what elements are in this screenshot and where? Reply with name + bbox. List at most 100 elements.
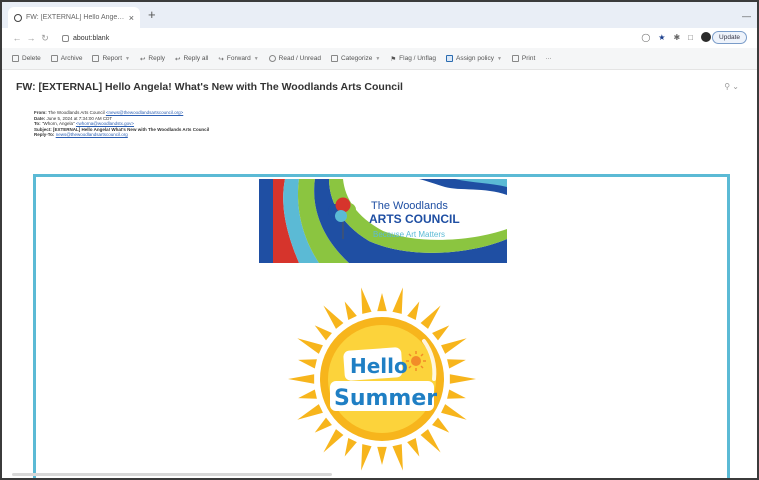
sun-ray bbox=[344, 438, 357, 457]
forward-arrow-icon[interactable]: → bbox=[24, 33, 38, 43]
mail-command-bar: Delete Archive Report ▼ ↩ Reply ↩ Reply all… bbox=[2, 48, 757, 70]
bookmark-star-icon[interactable]: ★ bbox=[658, 33, 665, 42]
archive-label: Archive bbox=[60, 55, 83, 62]
zoom-icon[interactable]: ⚲ ⌄ bbox=[724, 82, 739, 91]
to-email-link[interactable]: <whorna@woodlandstx.gov> bbox=[76, 121, 134, 126]
print-label: Print bbox=[521, 55, 536, 62]
sun-ray bbox=[447, 359, 466, 369]
subject-value: [EXTERNAL] Hello Angela! What's New with… bbox=[53, 126, 210, 132]
policy-icon bbox=[446, 55, 454, 62]
from-value: The Woodlands Arts Council bbox=[47, 110, 105, 115]
hello-summer-sun-illustration: Hello Summer bbox=[288, 287, 476, 471]
extensions-icon[interactable]: ✱ bbox=[673, 33, 680, 42]
close-tab-icon[interactable]: × bbox=[129, 13, 134, 23]
reload-icon[interactable]: ↻ bbox=[38, 33, 52, 44]
sun-ray bbox=[392, 287, 403, 314]
from-email-link[interactable]: <news@thewoodlandsartscouncil.org> bbox=[106, 110, 183, 115]
sun-ray bbox=[314, 417, 332, 433]
flag-button[interactable]: ⚑ Flag / Unflag bbox=[390, 55, 436, 63]
to-label: To: bbox=[34, 121, 41, 126]
browser-action-icons: ◯ ★ ✱ □ bbox=[641, 32, 711, 42]
categorize-button[interactable]: Categorize ▼ bbox=[330, 55, 381, 62]
tab-strip: FW: [EXTERNAL] Hello Angela! What's... ×… bbox=[2, 2, 757, 28]
chevron-down-icon: ▼ bbox=[375, 55, 381, 62]
arts-council-banner[interactable]: The Woodlands ARTS COUNCIL Because Art M… bbox=[259, 179, 507, 263]
reply-all-button[interactable]: ↩ Reply all bbox=[175, 55, 208, 63]
sidebar-icon[interactable]: □ bbox=[688, 33, 693, 42]
forward-button[interactable]: ↪ Forward ▼ bbox=[218, 55, 258, 63]
url-text: about:blank bbox=[73, 34, 110, 42]
print-button[interactable]: Print bbox=[511, 55, 536, 62]
sun-ray bbox=[377, 293, 387, 312]
profile-avatar-icon[interactable] bbox=[701, 32, 711, 42]
reply-all-label: Reply all bbox=[183, 55, 209, 62]
sun-ray bbox=[441, 338, 467, 354]
flag-label: Flag / Unflag bbox=[399, 55, 437, 62]
sun-ray bbox=[314, 325, 332, 341]
tab-title: FW: [EXTERNAL] Hello Angela! What's... bbox=[26, 14, 125, 21]
sun-ray bbox=[323, 305, 344, 329]
email-subject: FW: [EXTERNAL] Hello Angela! What's New … bbox=[16, 81, 403, 93]
envelope-icon bbox=[268, 55, 276, 62]
trash-icon bbox=[12, 55, 19, 62]
delete-label: Delete bbox=[22, 55, 41, 62]
assign-policy-button[interactable]: Assign policy ▼ bbox=[446, 55, 502, 62]
header-replyto: Reply-To: news@thewoodlandsartscouncil.o… bbox=[34, 132, 209, 138]
share-icon[interactable]: ◯ bbox=[641, 33, 650, 42]
sun-ray bbox=[288, 374, 315, 384]
back-arrow-icon[interactable]: ← bbox=[10, 33, 24, 43]
reply-all-icon: ↩ bbox=[175, 55, 181, 63]
report-button[interactable]: Report ▼ bbox=[92, 55, 130, 62]
more-options-button[interactable]: ··· bbox=[545, 55, 552, 62]
hello-text: Hello bbox=[350, 354, 408, 378]
sun-ray bbox=[298, 359, 317, 369]
sun-ray bbox=[432, 417, 450, 433]
reply-label: Reply bbox=[148, 55, 166, 62]
sun-ray bbox=[297, 404, 323, 420]
sun-ray bbox=[420, 305, 441, 329]
sun-ray bbox=[361, 287, 372, 314]
flag-icon: ⚑ bbox=[390, 55, 397, 63]
site-info-icon[interactable] bbox=[62, 34, 69, 42]
address-bar: ← → ↻ about:blank ◯ ★ ✱ □ Update bbox=[2, 28, 757, 48]
sun-ray bbox=[377, 446, 387, 465]
forward-icon: ↪ bbox=[218, 55, 224, 63]
url-field[interactable]: about:blank bbox=[58, 31, 618, 45]
assign-policy-label: Assign policy bbox=[456, 55, 494, 62]
sun-ray bbox=[298, 389, 317, 399]
from-label: From: bbox=[34, 110, 47, 115]
sun-ray bbox=[407, 438, 420, 457]
shield-icon bbox=[92, 55, 100, 62]
sun-ray bbox=[447, 389, 466, 399]
sun-ray bbox=[432, 325, 450, 341]
chevron-down-icon: ▼ bbox=[496, 55, 502, 62]
date-label: Date: bbox=[34, 115, 46, 121]
chevron-down-icon: ▼ bbox=[125, 55, 130, 62]
archive-button[interactable]: Archive bbox=[50, 55, 83, 62]
org-name-line2: ARTS COUNCIL bbox=[369, 212, 460, 226]
sun-ray bbox=[407, 301, 420, 320]
read-unread-button[interactable]: Read / Unread bbox=[268, 55, 321, 62]
browser-tab[interactable]: FW: [EXTERNAL] Hello Angela! What's... × bbox=[8, 7, 140, 28]
delete-button[interactable]: Delete bbox=[12, 55, 41, 62]
categorize-label: Categorize bbox=[340, 55, 373, 62]
sun-ray bbox=[297, 338, 323, 354]
sun-ray bbox=[449, 374, 476, 384]
sun-ray bbox=[361, 444, 372, 471]
forward-label: Forward bbox=[226, 55, 251, 62]
small-sun-icon bbox=[406, 351, 426, 371]
chevron-down-icon: ▼ bbox=[253, 55, 259, 62]
subject-label: Subject: bbox=[34, 126, 52, 132]
reply-button[interactable]: ↩ Reply bbox=[140, 55, 165, 63]
reply-arrow-icon: ↩ bbox=[139, 55, 146, 63]
browser-window: FW: [EXTERNAL] Hello Angela! What's... ×… bbox=[0, 0, 759, 480]
report-label: Report bbox=[102, 55, 122, 62]
new-tab-button[interactable]: + bbox=[148, 8, 156, 22]
newsletter-card: The Woodlands ARTS COUNCIL Because Art M… bbox=[33, 174, 730, 478]
read-unread-label: Read / Unread bbox=[278, 55, 321, 62]
update-button[interactable]: Update bbox=[712, 31, 747, 44]
horizontal-scrollbar[interactable] bbox=[12, 473, 332, 476]
minimize-window-button[interactable]: — bbox=[742, 11, 751, 21]
replyto-link[interactable]: news@thewoodlandsartscouncil.org bbox=[56, 132, 128, 137]
to-value: "Whorn, Angela" bbox=[41, 121, 75, 126]
